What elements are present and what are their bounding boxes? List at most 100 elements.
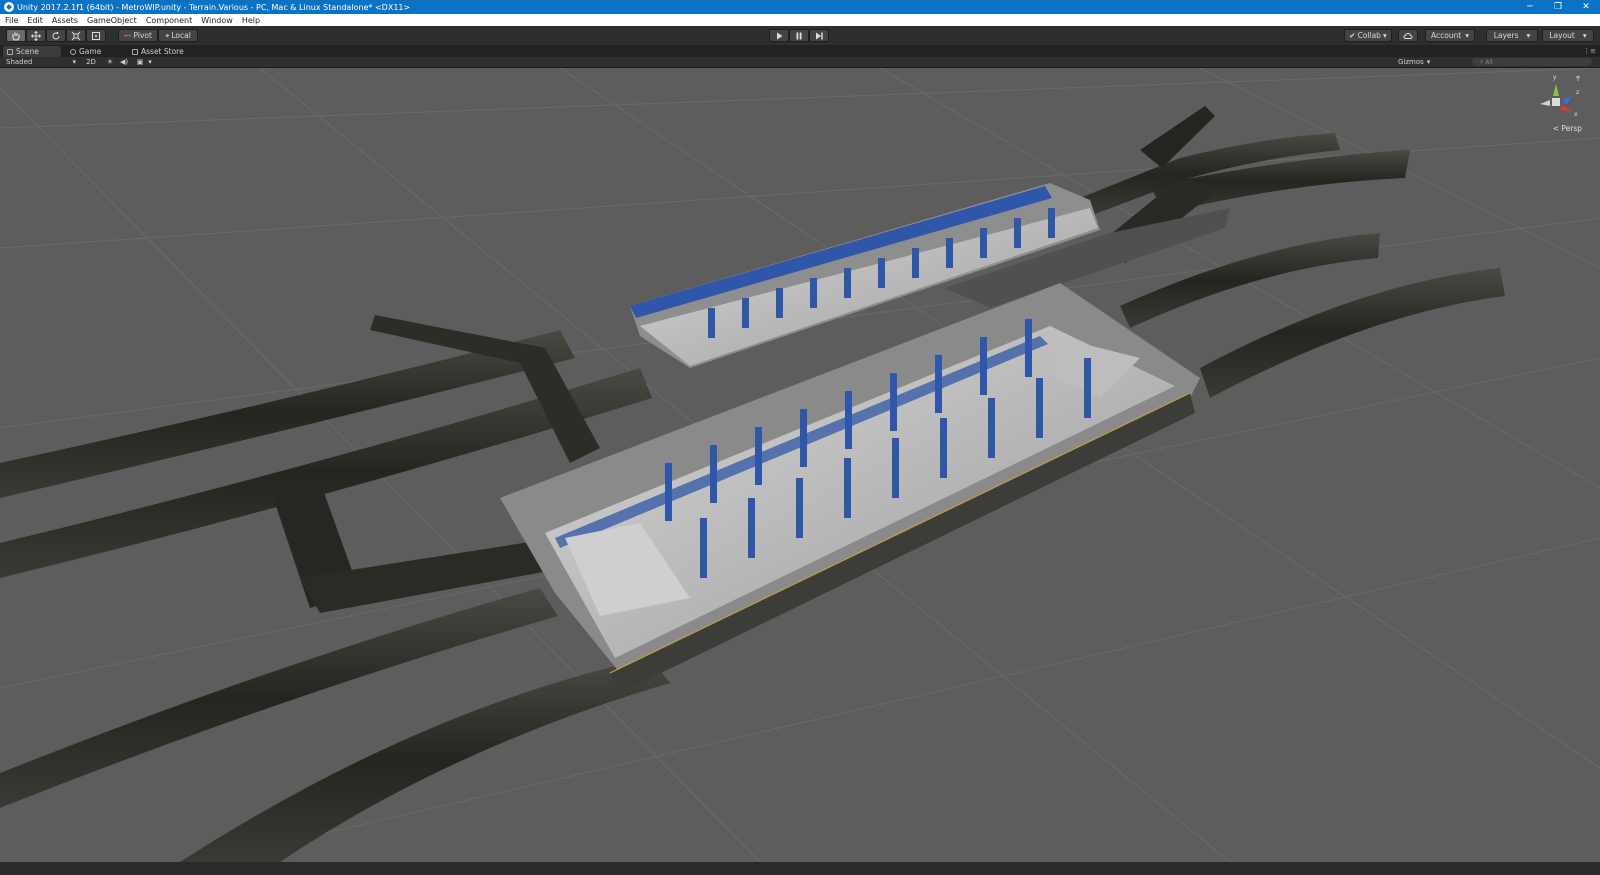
close-icon[interactable]: ✕ (1572, 0, 1600, 14)
pillar (1014, 218, 1021, 248)
layers-dropdown[interactable]: Layers ▾ (1486, 29, 1538, 42)
menu-help[interactable]: Help (237, 16, 264, 25)
pillar (708, 308, 715, 338)
back-arrow-icon: < (1552, 124, 1559, 133)
pivot-icon: ⊷ (124, 31, 132, 40)
gizmo-y-axis[interactable] (1553, 84, 1559, 96)
title-bar: Unity 2017.2.1f1 (64bit) - MetroWIP.unit… (0, 0, 1600, 14)
gizmo-z-label: z (1576, 89, 1579, 96)
play-button[interactable] (769, 29, 789, 42)
restore-icon[interactable]: ❐ (1544, 0, 1572, 14)
pillar (892, 438, 899, 498)
collab-check-icon: ✔ (1349, 31, 1356, 40)
effects-toggle[interactable]: ▣ (134, 57, 146, 67)
scene-render[interactable] (0, 68, 1600, 862)
pillar (810, 278, 817, 308)
step-icon (816, 32, 823, 39)
pillar (742, 298, 749, 328)
local-icon: ⌖ (165, 30, 170, 40)
menu-file[interactable]: File (0, 16, 22, 25)
scene-tab-icon (7, 48, 13, 55)
pillar (1036, 378, 1043, 438)
gizmo-x-label: x (1574, 111, 1578, 118)
menu-assets[interactable]: Assets (47, 16, 82, 25)
chevron-down-icon: ▾ (72, 58, 76, 66)
scale-tool-button[interactable] (66, 29, 86, 42)
tab-menu-icon[interactable]: ⋮≡ (1583, 47, 1596, 55)
scene-viewport[interactable]: y z x < Persp (0, 68, 1600, 862)
pillar (1084, 358, 1091, 418)
scale-tool-icon (71, 31, 81, 40)
hand-tool-icon (12, 32, 20, 41)
pillar (845, 391, 852, 449)
layout-label: Layout (1549, 31, 1575, 40)
rect-tool-button[interactable] (86, 29, 106, 42)
menu-component[interactable]: Component (141, 16, 196, 25)
lighting-toggle[interactable]: ☀ (104, 57, 116, 67)
chevron-down-icon: ▾ (1582, 31, 1587, 40)
unity-logo-icon (4, 2, 14, 12)
rotate-tool-button[interactable] (46, 29, 66, 42)
gizmo-y-label: y (1553, 74, 1557, 81)
rect-tool-icon (92, 31, 100, 40)
pillar (878, 258, 885, 288)
pivot-toggle[interactable]: ⊷ Pivot (118, 29, 158, 42)
collab-label: Collab (1357, 31, 1381, 40)
pause-button[interactable] (789, 29, 809, 42)
2d-label: 2D (86, 58, 96, 66)
audio-toggle[interactable]: ◀) (118, 57, 130, 67)
gizmo-z-axis[interactable] (1562, 96, 1572, 105)
lock-icon[interactable] (1575, 75, 1581, 81)
scene-search-input[interactable]: ⌕ All (1472, 58, 1592, 66)
local-toggle[interactable]: ⌖ Local (158, 29, 198, 42)
account-dropdown[interactable]: Account ▾ (1425, 29, 1475, 42)
local-label: Local (171, 31, 191, 40)
pillar (912, 248, 919, 278)
gizmo-x-axis[interactable] (1560, 104, 1572, 112)
shading-mode-dropdown[interactable]: Shaded ▾ (6, 57, 76, 67)
chevron-down-icon: ▾ (148, 58, 152, 66)
window-title: Unity 2017.2.1f1 (64bit) - MetroWIP.unit… (17, 2, 411, 12)
pillar (890, 373, 897, 431)
pillar (940, 418, 947, 478)
gizmo-center[interactable] (1552, 98, 1560, 106)
menu-edit[interactable]: Edit (22, 16, 47, 25)
pillar (748, 498, 755, 558)
menu-gameobject[interactable]: GameObject (82, 16, 141, 25)
tab-scene-label: Scene (16, 47, 39, 56)
sun-icon: ☀ (106, 58, 114, 66)
pillar (700, 518, 707, 578)
pillar (980, 337, 987, 395)
asset-store-tab-icon (132, 48, 138, 55)
pivot-label: Pivot (133, 31, 152, 40)
tab-game[interactable]: Game (66, 46, 126, 57)
search-icon: ⌕ (1480, 58, 1484, 65)
gizmo-neg-x-axis[interactable] (1540, 100, 1550, 106)
2d-toggle[interactable]: 2D (82, 57, 100, 67)
tab-scene[interactable]: Scene (3, 46, 61, 57)
hand-tool-button[interactable] (6, 29, 26, 42)
menu-window[interactable]: Window (196, 16, 237, 25)
cloud-button[interactable] (1398, 29, 1418, 42)
status-bar (0, 862, 1600, 875)
rotate-tool-icon (52, 31, 60, 39)
orientation-gizmo[interactable]: y z x (1536, 72, 1582, 132)
pause-icon (796, 32, 802, 39)
layout-dropdown[interactable]: Layout ▾ (1542, 29, 1594, 42)
window-tabs: Scene Game Asset Store ⋮≡ (0, 45, 1600, 57)
tab-asset-store[interactable]: Asset Store (128, 46, 198, 57)
collab-dropdown[interactable]: ✔ Collab ▾ (1344, 29, 1392, 42)
step-button[interactable] (809, 29, 829, 42)
shading-mode-label: Shaded (6, 58, 33, 66)
pillar (800, 409, 807, 467)
gizmos-dropdown[interactable]: Gizmos ▾ (1398, 57, 1432, 67)
pillar (844, 268, 851, 298)
pillar (1048, 208, 1055, 238)
minimize-icon[interactable]: ─ (1516, 0, 1544, 14)
search-placeholder: All (1485, 58, 1493, 66)
move-tool-button[interactable] (26, 29, 46, 42)
effects-dropdown[interactable]: ▾ (146, 57, 154, 67)
pillar (844, 458, 851, 518)
projection-label[interactable]: < Persp (1553, 124, 1582, 133)
pillar (710, 445, 717, 503)
